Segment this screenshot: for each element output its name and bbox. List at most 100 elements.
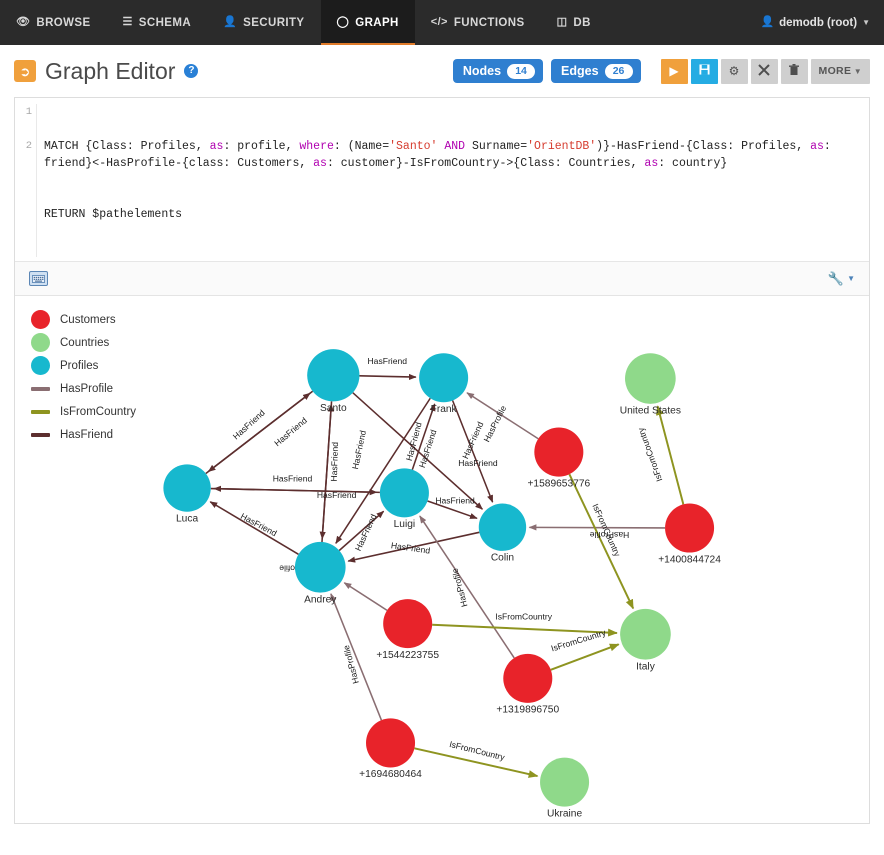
query-keyword: as <box>644 157 658 170</box>
nav-label: SCHEMA <box>139 17 191 29</box>
graph-node-circle[interactable] <box>540 758 589 807</box>
graph-node-c1319[interactable]: +1319896750 <box>496 654 559 716</box>
settings-button[interactable]: ⚙ <box>721 59 748 84</box>
graph-node-c1694[interactable]: +1694680464 <box>359 718 422 780</box>
graph-node-frank[interactable]: Frank <box>419 353 468 415</box>
graph-edge-label: HasFriend <box>350 429 368 470</box>
graph-node-c1544[interactable]: +1544223755 <box>376 599 439 661</box>
legend-swatch <box>31 433 50 437</box>
graph-node-ukraine[interactable]: Ukraine <box>540 758 589 820</box>
nav-label: SECURITY <box>243 17 304 29</box>
delete-button[interactable] <box>781 59 808 84</box>
legend-swatch <box>31 410 50 414</box>
nav-item-schema[interactable]: ☰ SCHEMA <box>107 0 208 45</box>
editor-settings-menu[interactable]: 🔧 ▼ <box>828 271 855 287</box>
legend-swatch <box>31 333 50 352</box>
graph-node-circle[interactable] <box>419 353 468 402</box>
graph-node-c1400[interactable]: +1400844724 <box>658 504 721 566</box>
graph-node-label: Ukraine <box>547 808 582 819</box>
graph-node-luigi[interactable]: Luigi <box>380 468 429 530</box>
graph-node-c1589[interactable]: +1589653776 <box>527 428 590 490</box>
save-query-button[interactable] <box>691 59 718 84</box>
shuffle-layout-button[interactable] <box>751 59 778 84</box>
user-menu[interactable]: 👤 demodb (root) ▼ <box>746 0 884 45</box>
query-frag: Surname= <box>472 140 527 153</box>
database-icon: ◫ <box>557 17 568 28</box>
graph-node-label: +1544223755 <box>376 650 439 661</box>
graph-node-italy[interactable]: Italy <box>620 609 671 672</box>
keyboard-icon[interactable] <box>29 271 48 286</box>
query-text[interactable]: MATCH {Class: Profiles, as: profile, whe… <box>37 104 869 257</box>
graph-node-circle[interactable] <box>620 609 671 660</box>
graph-node-circle[interactable] <box>479 504 526 551</box>
graph-node-label: +1589653776 <box>527 478 590 489</box>
graph-node-luca[interactable]: Luca <box>163 464 210 524</box>
query-keyword: as <box>210 140 224 153</box>
query-keyword: as <box>810 140 824 153</box>
nav-label: FUNCTIONS <box>454 17 525 29</box>
page-title: Graph Editor <box>45 58 175 85</box>
legend-item-countries: Countries <box>31 331 136 354</box>
legend-label: Customers <box>60 314 116 326</box>
circle-icon: ◯ <box>337 17 350 28</box>
graph-edge[interactable] <box>569 474 633 608</box>
graph-edge[interactable] <box>658 406 684 504</box>
graph-canvas[interactable]: HasFriendHasFriendHasFriendHasFriendHasF… <box>15 296 869 823</box>
graph-edge-label: HasFriend <box>317 490 357 500</box>
user-icon: 👤 <box>760 17 774 28</box>
graph-node-label: Colin <box>491 553 515 564</box>
graph-node-circle[interactable] <box>163 464 210 511</box>
graph-edge-label: IsFromCountry <box>635 426 664 483</box>
list-icon: ☰ <box>123 17 133 28</box>
graph-editor-panel: 1 2 MATCH {Class: Profiles, as: profile,… <box>14 97 870 824</box>
graph-node-circle[interactable] <box>503 654 552 703</box>
graph-svg[interactable]: HasFriendHasFriendHasFriendHasFriendHasF… <box>15 296 869 823</box>
graph-legend: Customers Countries Profiles HasProfile … <box>31 308 136 446</box>
graph-edge-label: HasProfile <box>481 404 508 444</box>
more-menu-button[interactable]: MORE ▼ <box>811 59 870 84</box>
graph-node-circle[interactable] <box>383 599 432 648</box>
question-icon[interactable]: ? <box>184 64 198 78</box>
graph-node-circle[interactable] <box>295 542 346 593</box>
graph-edge[interactable] <box>344 583 387 611</box>
legend-swatch <box>31 310 50 329</box>
nav-items: 👁 BROWSE ☰ SCHEMA 👤 SECURITY ◯ GRAPH </>… <box>0 0 607 45</box>
eye-icon: 👁 <box>16 17 30 28</box>
graph-edge[interactable] <box>359 376 415 377</box>
nodes-pill[interactable]: Nodes 14 <box>453 59 543 83</box>
graph-edge[interactable] <box>210 502 298 555</box>
graph-node-circle[interactable] <box>665 504 714 553</box>
legend-item-customers: Customers <box>31 308 136 331</box>
nav-item-graph[interactable]: ◯ GRAPH <box>321 0 415 45</box>
legend-label: IsFromCountry <box>60 406 136 418</box>
query-editor[interactable]: 1 2 MATCH {Class: Profiles, as: profile,… <box>15 98 869 262</box>
graph-node-andrey[interactable]: Andrey <box>295 542 346 605</box>
nav-item-security[interactable]: 👤 SECURITY <box>207 0 320 45</box>
nav-item-functions[interactable]: </> FUNCTIONS <box>415 0 541 45</box>
graph-node-label: Luca <box>176 514 198 525</box>
query-frag: : profile, <box>223 140 299 153</box>
graph-edge-label: HasFriend <box>273 473 313 483</box>
nav-item-db[interactable]: ◫ DB <box>541 0 607 45</box>
graph-edge[interactable] <box>331 594 382 720</box>
chevron-down-icon: ▼ <box>862 18 870 27</box>
header-actions: Nodes 14 Edges 26 ▶ ⚙ <box>453 59 870 84</box>
run-query-button[interactable]: ▶ <box>661 59 688 84</box>
graph-node-circle[interactable] <box>625 353 676 404</box>
query-line-1: MATCH {Class: Profiles, as: profile, whe… <box>44 138 869 172</box>
graph-node-santo[interactable]: Santo <box>307 349 359 414</box>
edges-pill[interactable]: Edges 26 <box>551 59 641 83</box>
graph-node-circle[interactable] <box>307 349 359 401</box>
graph-node-label: Santo <box>320 403 347 414</box>
line-number <box>15 121 32 138</box>
nav-label: BROWSE <box>36 17 90 29</box>
nav-item-browse[interactable]: 👁 BROWSE <box>0 0 107 45</box>
graph-edge[interactable] <box>529 527 665 528</box>
graph-node-circle[interactable] <box>366 718 415 767</box>
graph-node-circle[interactable] <box>534 428 583 477</box>
graph-node-colin[interactable]: Colin <box>479 504 526 564</box>
graph-node-label: Luigi <box>394 519 416 530</box>
graph-node-us[interactable]: United States <box>620 353 681 416</box>
graph-node-label: Frank <box>431 404 458 415</box>
graph-node-circle[interactable] <box>380 468 429 517</box>
